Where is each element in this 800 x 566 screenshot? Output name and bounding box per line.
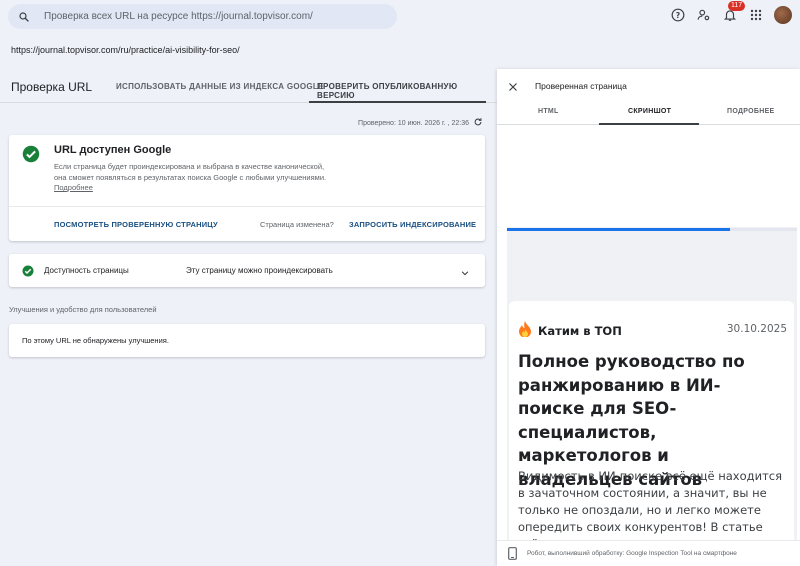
tab-live-test[interactable]: ПРОВЕРИТЬ ОПУБЛИКОВАННУЮ ВЕРСИЮ (317, 82, 497, 100)
fire-icon (518, 321, 532, 340)
notifications-icon[interactable]: 117 (722, 1, 746, 23)
article-lead: Видимость в ИИ-поиске всё ещё находится … (518, 469, 783, 544)
enhancements-section-title: Улучшения и удобство для пользователей (9, 305, 157, 314)
screenshot-header-area (507, 131, 797, 227)
article-category: Катим в ТОП (518, 321, 622, 340)
article-date: 30.10.2025 (726, 323, 787, 335)
status-heading: URL доступен Google (54, 144, 172, 156)
page-title: Проверка URL (11, 80, 93, 94)
svg-text:?: ? (676, 11, 680, 20)
help-icon[interactable]: ? (670, 7, 686, 23)
tab-html[interactable]: HTML (538, 108, 559, 115)
view-tested-page-button[interactable]: ПОСМОТРЕТЬ ПРОВЕРЕННУЮ СТРАНИЦУ (54, 220, 218, 229)
user-settings-icon[interactable] (696, 7, 712, 23)
tab-details[interactable]: ПОДРОБНЕЕ (727, 108, 775, 115)
smartphone-icon (508, 547, 517, 565)
apps-grid-icon[interactable] (748, 7, 764, 23)
availability-label: Доступность страницы (44, 266, 129, 275)
checked-text: Проверено: 10 июн. 2026 г. , 22:36 (358, 119, 469, 127)
enhancements-card: По этому URL не обнаружены улучшения. (9, 324, 485, 357)
learn-more-link[interactable]: Подробнее (54, 183, 93, 192)
inspection-panel: Проверка URL ИСПОЛЬЗОВАТЬ ДАННЫЕ ИЗ ИНДЕ… (0, 69, 497, 566)
search-box[interactable] (8, 4, 397, 29)
panel-title: Проверенная страница (535, 81, 627, 91)
active-tab-indicator (599, 123, 699, 125)
article-card: Катим в ТОП 30.10.2025 Полное руководств… (509, 301, 794, 544)
load-progress-bar (507, 228, 797, 231)
top-bar: ? 117 (0, 0, 800, 36)
crawler-info: Робот, выполнивший обработку: Google Ins… (497, 540, 800, 566)
checked-timestamp: Проверено: 10 июн. 2026 г. , 22:36 (358, 117, 483, 129)
inspected-url: https://journal.topvisor.com/ru/practice… (11, 45, 240, 55)
status-description-line2: она сможет появляться в результатах поис… (54, 173, 327, 182)
article-category-label: Катим в ТОП (538, 323, 622, 338)
chevron-down-icon[interactable] (460, 265, 470, 283)
search-input[interactable] (44, 11, 384, 22)
active-tab-indicator (309, 101, 486, 103)
inspection-tabs: Проверка URL ИСПОЛЬЗОВАТЬ ДАННЫЕ ИЗ ИНДЕ… (0, 69, 497, 103)
tab-screenshot[interactable]: СКРИНШОТ (628, 108, 671, 115)
status-description: Если страница будет проиндексирована и в… (54, 161, 374, 183)
page-screenshot[interactable]: Катим в ТОП 30.10.2025 Полное руководств… (507, 131, 797, 544)
divider (9, 206, 485, 207)
tested-page-panel: Проверенная страница HTML СКРИНШОТ ПОДРО… (497, 69, 800, 566)
crawler-text: Робот, выполнивший обработку: Google Ins… (527, 550, 737, 557)
availability-row[interactable]: Доступность страницы Эту страницу можно … (9, 254, 485, 287)
notifications-badge: 117 (728, 1, 746, 11)
close-icon[interactable] (507, 80, 519, 98)
page-changed-text: Страница изменена? (260, 220, 334, 229)
tab-index-data[interactable]: ИСПОЛЬЗОВАТЬ ДАННЫЕ ИЗ ИНДЕКСА GOOGLE (116, 82, 324, 91)
refresh-icon[interactable] (473, 117, 483, 129)
request-indexing-button[interactable]: ЗАПРОСИТЬ ИНДЕКСИРОВАНИЕ (349, 220, 476, 229)
enhancements-text: По этому URL не обнаружены улучшения. (22, 336, 169, 345)
status-description-line1: Если страница будет проиндексирована и в… (54, 162, 325, 171)
search-icon (18, 11, 44, 23)
check-circle-icon (22, 264, 34, 282)
load-progress-fill (507, 228, 731, 231)
availability-value: Эту страницу можно проиндексировать (186, 266, 333, 275)
check-circle-icon (22, 145, 40, 168)
avatar[interactable] (774, 6, 792, 24)
status-card: URL доступен Google Если страница будет … (9, 135, 485, 241)
